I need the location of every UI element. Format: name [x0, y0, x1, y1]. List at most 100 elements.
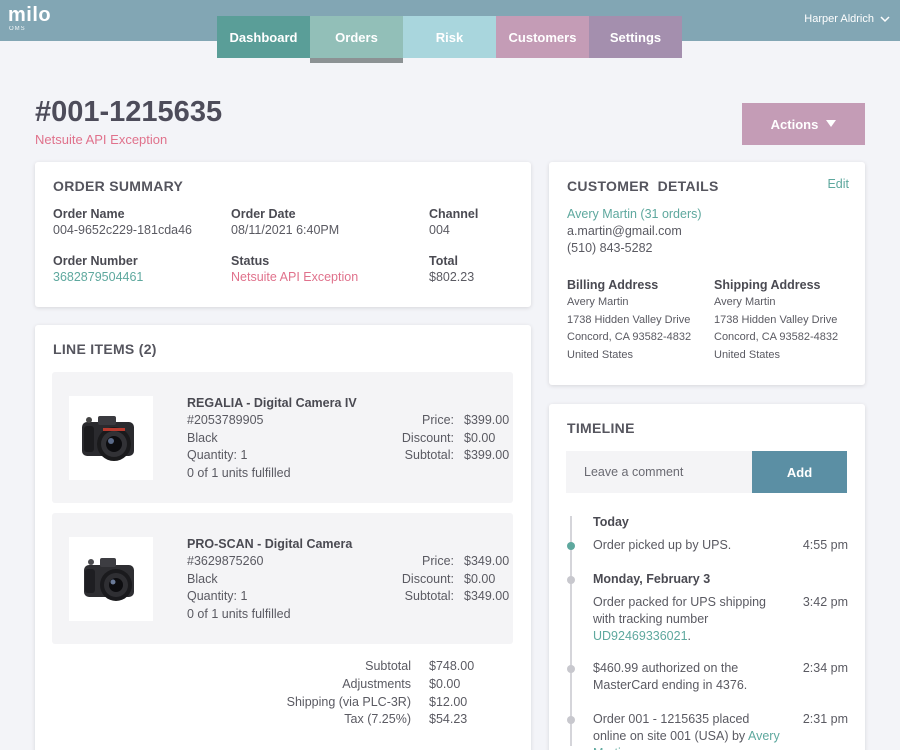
billing-line: Avery Martin: [567, 296, 629, 308]
timeline-time: 2:31 pm: [802, 712, 848, 726]
channel-value: 004: [429, 223, 450, 237]
order-summary-card: ORDER SUMMARY Order Name 004-9652c229-18…: [35, 162, 531, 307]
caret-down-icon: [826, 120, 837, 127]
timeline-day-header: Monday, February 3: [593, 572, 711, 586]
item-fulfilled: 0 of 1 units fulfilled: [187, 607, 291, 621]
timeline-event-text: Order 001 - 1215635 placed online on sit…: [593, 712, 750, 743]
item-sku: #3629875260: [187, 554, 264, 568]
item-fulfilled: 0 of 1 units fulfilled: [187, 466, 291, 480]
tab-customers[interactable]: Customers: [496, 16, 589, 58]
order-name-label: Order Name: [53, 207, 125, 221]
discount-value: $0.00: [464, 431, 496, 445]
order-status-subtitle: Netsuite API Exception: [35, 132, 168, 147]
add-comment-button[interactable]: Add: [752, 451, 847, 493]
timeline-time: 4:55 pm: [802, 538, 848, 552]
line-items-title: LINE ITEMS (2): [53, 341, 157, 357]
totals-subtotal-value: $748.00: [429, 659, 475, 673]
page-title: #001-1215635: [35, 96, 223, 128]
order-date-value: 08/11/2021 6:40PM: [231, 223, 340, 237]
discount-label: Discount:: [401, 572, 454, 586]
tab-orders[interactable]: Orders: [310, 16, 403, 63]
totals-tax-label: Tax (7.25%): [344, 712, 411, 726]
line-item: PRO-SCAN - Digital Camera #3629875260 Bl…: [52, 513, 513, 644]
line-item: REGALIA - Digital Camera IV #2053789905 …: [52, 372, 513, 503]
product-image: [69, 537, 153, 621]
timeline-event: Order 001 - 1215635 placed online on sit…: [593, 711, 783, 750]
timeline-time: 3:42 pm: [802, 595, 848, 609]
comment-input[interactable]: Leave a comment: [566, 451, 752, 493]
timeline-card: TIMELINE Leave a comment Add Today Order…: [549, 404, 865, 750]
timeline-title: TIMELINE: [567, 420, 635, 436]
totals-shipping-label: Shipping (via PLC-3R): [286, 695, 411, 709]
timeline-dot: [567, 576, 575, 584]
timeline-dot: [567, 716, 575, 724]
app-logo[interactable]: milo OMS: [8, 4, 51, 32]
timeline-event: Order picked up by UPS.: [593, 538, 732, 552]
order-number-link[interactable]: 3682879504461: [53, 270, 143, 284]
shipping-line: Avery Martin: [714, 296, 776, 308]
item-name: REGALIA - Digital Camera IV: [187, 396, 357, 410]
totals-subtotal-label: Subtotal: [365, 659, 411, 673]
main-nav: Dashboard Orders Risk Customers Settings: [217, 16, 682, 63]
product-image: [69, 396, 153, 480]
item-color: Black: [187, 572, 218, 586]
billing-line: Concord, CA 93582-4832: [567, 331, 692, 343]
user-name: Harper Aldrich: [804, 13, 874, 25]
totals-adjustments-label: Adjustments: [342, 677, 411, 691]
totals-tax-value: $54.23: [429, 712, 468, 726]
price-label: Price:: [422, 554, 454, 568]
item-sku: #2053789905: [187, 413, 264, 427]
camera-icon: [84, 558, 134, 601]
shipping-line: United States: [714, 349, 781, 361]
chevron-down-icon: [880, 16, 890, 23]
price-value: $349.00: [464, 554, 510, 568]
shipping-address-label: Shipping Address: [714, 278, 821, 292]
order-date-label: Order Date: [231, 207, 296, 221]
price-label: Price:: [422, 413, 454, 427]
timeline-dot: [567, 542, 575, 550]
billing-line: 1738 Hidden Valley Drive: [567, 314, 691, 326]
order-number-label: Order Number: [53, 254, 138, 268]
logo-text: milo: [8, 4, 52, 26]
logo-subtext: OMS: [9, 26, 26, 32]
tab-dashboard[interactable]: Dashboard: [217, 16, 310, 58]
total-label: Total: [429, 254, 458, 268]
subtotal-value: $399.00: [464, 448, 510, 462]
subtotal-value: $349.00: [464, 589, 510, 603]
item-name: PRO-SCAN - Digital Camera: [187, 537, 353, 551]
billing-address-label: Billing Address: [567, 278, 659, 292]
timeline-event-text: Order packed for UPS shipping with track…: [593, 595, 767, 626]
tab-risk[interactable]: Risk: [403, 16, 496, 58]
customer-details-title: CUSTOMER DETAILS: [567, 178, 719, 194]
shipping-line: Concord, CA 93582-4832: [714, 331, 839, 343]
timeline-time: 2:34 pm: [802, 661, 848, 675]
order-summary-title: ORDER SUMMARY: [53, 178, 184, 194]
customer-phone: (510) 843-5282: [567, 241, 653, 255]
actions-button[interactable]: Actions: [742, 103, 865, 145]
channel-label: Channel: [429, 207, 479, 221]
timeline-event: Order packed for UPS shipping with track…: [593, 595, 767, 643]
totals-adjustments-value: $0.00: [429, 677, 461, 691]
timeline-track: [570, 516, 572, 746]
discount-value: $0.00: [464, 572, 496, 586]
item-quantity: Quantity: 1: [187, 448, 248, 462]
item-quantity: Quantity: 1: [187, 589, 248, 603]
totals-shipping-value: $12.00: [429, 695, 468, 709]
subtotal-label: Subtotal:: [404, 448, 454, 462]
customer-details-card: CUSTOMER DETAILS Edit Avery Martin (31 o…: [549, 162, 865, 385]
customer-email: a.martin@gmail.com: [567, 224, 682, 238]
actions-label: Actions: [770, 116, 819, 132]
timeline-dot: [567, 665, 575, 673]
edit-link[interactable]: Edit: [827, 177, 849, 191]
user-menu[interactable]: Harper Aldrich: [804, 13, 890, 25]
status-label: Status: [231, 254, 270, 268]
tracking-number-link[interactable]: UD92469336021: [593, 629, 688, 643]
subtotal-label: Subtotal:: [404, 589, 454, 603]
total-value: $802.23: [429, 270, 475, 284]
price-value: $399.00: [464, 413, 510, 427]
discount-label: Discount:: [401, 431, 454, 445]
tab-settings[interactable]: Settings: [589, 16, 682, 58]
customer-name-link[interactable]: Avery Martin (31 orders): [567, 207, 702, 221]
line-items-card: LINE ITEMS (2) REGALIA - Digital Camera …: [35, 325, 531, 750]
timeline-day-header: Today: [593, 515, 629, 529]
